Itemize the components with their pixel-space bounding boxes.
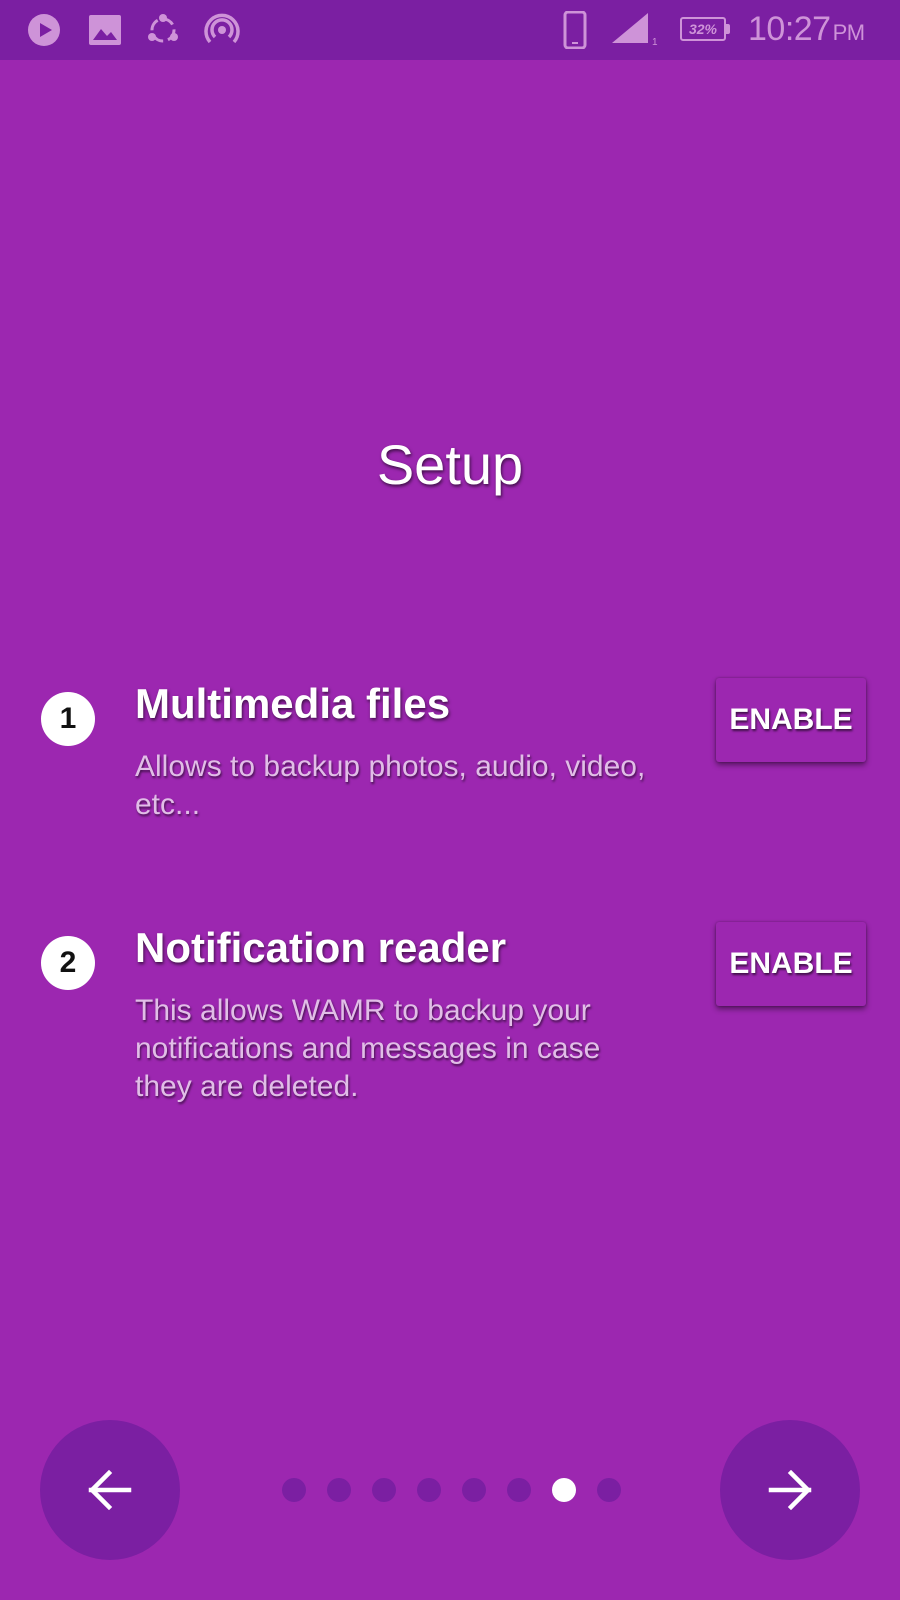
- page-dot[interactable]: [372, 1478, 396, 1502]
- page-dot[interactable]: [462, 1478, 486, 1502]
- page-dot[interactable]: [282, 1478, 306, 1502]
- page-dot[interactable]: [597, 1478, 621, 1502]
- step-description: Allows to backup photos, audio, video, e…: [135, 750, 646, 821]
- page-dot-active[interactable]: [552, 1478, 576, 1502]
- page-dot[interactable]: [417, 1478, 441, 1502]
- clock-time: 10:27: [748, 10, 831, 48]
- signal-sim-label: 1: [652, 37, 658, 47]
- page-title: Setup: [376, 433, 524, 496]
- gallery-icon: [88, 0, 122, 60]
- page-dot[interactable]: [507, 1478, 531, 1502]
- battery-indicator: 32%: [680, 17, 730, 41]
- signal-icon: 1: [612, 0, 660, 60]
- step-title: Multimedia files: [135, 680, 451, 727]
- arrow-right-icon: [768, 1470, 812, 1510]
- step-title: Notification reader: [135, 924, 507, 971]
- play-store-icon: [26, 0, 62, 60]
- next-button[interactable]: [720, 1420, 860, 1560]
- status-bar: 1 32% 10:27PM: [0, 0, 900, 60]
- hotspot-icon: [204, 0, 240, 60]
- step-number-badge: 2: [41, 936, 95, 990]
- status-clock: 10:27PM: [748, 10, 865, 49]
- phone-icon: [562, 0, 588, 60]
- step-number-badge: 1: [41, 692, 95, 746]
- enable-notification-reader-button[interactable]: ENABLE: [716, 922, 866, 1006]
- step-description: This allows WAMR to backup your notifica…: [135, 994, 601, 1103]
- clock-ampm: PM: [832, 20, 866, 45]
- shareit-icon: [146, 0, 180, 60]
- enable-multimedia-button[interactable]: ENABLE: [716, 678, 866, 762]
- page-dot[interactable]: [327, 1478, 351, 1502]
